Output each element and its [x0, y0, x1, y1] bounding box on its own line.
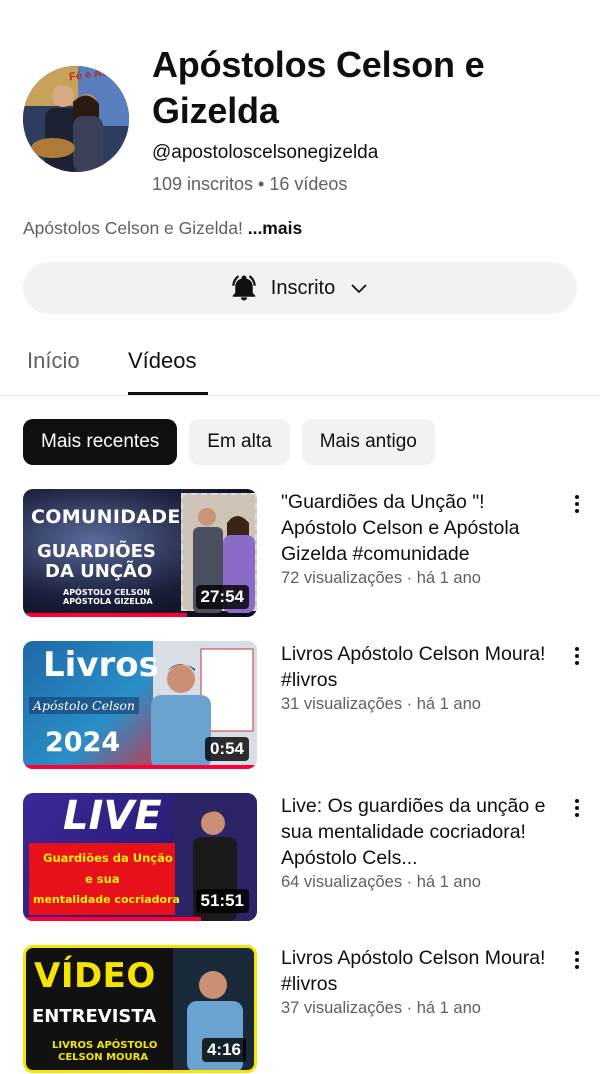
subscribed-button[interactable]: Inscrito — [23, 262, 577, 314]
watch-progress — [23, 917, 201, 921]
thumb-text: APÓSTOLA GIZELDA — [63, 597, 153, 606]
video-item[interactable]: Livros Apóstolo Celson 2024 0:54 Livros … — [23, 641, 600, 771]
chip-mais-recentes[interactable]: Mais recentes — [23, 419, 178, 465]
subscribed-label: Inscrito — [270, 276, 336, 299]
video-meta: 37 visualizações · há 1 ano — [281, 999, 481, 1017]
thumb-text: 2024 — [45, 727, 121, 758]
active-tab-indicator — [128, 392, 208, 395]
video-thumbnail[interactable]: Livros Apóstolo Celson 2024 0:54 — [23, 641, 257, 769]
thumb-text: VÍDEO — [34, 956, 156, 996]
video-duration: 51:51 — [195, 889, 249, 913]
video-thumbnail[interactable]: LIVE Guardiões da Unção e sua mentalidad… — [23, 793, 257, 921]
video-title[interactable]: Livros Apóstolo Celson Moura! #livros — [281, 641, 561, 693]
watch-progress — [23, 613, 187, 617]
thumb-text: COMUNIDADE — [31, 506, 181, 528]
thumb-text: CELSON MOURA — [58, 1052, 149, 1063]
description-more-link[interactable]: ...mais — [248, 218, 302, 238]
chip-mais-antigo[interactable]: Mais antigo — [301, 419, 435, 465]
video-item[interactable]: VÍDEO ENTREVISTA LIVROS APÓSTOLO CELSON … — [23, 945, 600, 1074]
video-duration: 0:54 — [204, 737, 249, 761]
video-meta: 31 visualizações · há 1 ano — [281, 695, 481, 713]
video-duration: 27:54 — [195, 585, 249, 609]
watch-progress — [23, 765, 257, 769]
tab-videos[interactable]: Vídeos — [128, 348, 197, 374]
thumb-text: LIVE — [63, 793, 162, 839]
thumb-text: Apóstolo Celson — [29, 697, 139, 714]
video-meta: 64 visualizações · há 1 ano — [281, 873, 481, 891]
thumb-text: APÓSTOLO CELSON — [63, 588, 150, 597]
channel-tabs: Início Vídeos — [0, 330, 600, 396]
video-item[interactable]: COMUNIDADE GUARDIÕES DA UNÇÃO APÓSTOLO C… — [23, 489, 600, 619]
video-title[interactable]: Live: Os guardiões da unção e sua mental… — [281, 793, 561, 871]
video-title[interactable]: Livros Apóstolo Celson Moura! #livros — [281, 945, 561, 997]
video-meta: 72 visualizações · há 1 ano — [281, 569, 481, 587]
chip-em-alta[interactable]: Em alta — [189, 419, 290, 465]
thumb-text: GUARDIÕES — [37, 541, 156, 562]
channel-description[interactable]: Apóstolos Celson e Gizelda! ...mais — [23, 218, 302, 239]
description-text: Apóstolos Celson e Gizelda! — [23, 218, 248, 238]
thumb-text: ENTREVISTA — [32, 1006, 157, 1027]
more-options-icon[interactable] — [569, 947, 585, 973]
thumb-text: Guardiões da Unção — [43, 851, 173, 865]
thumb-text: LIVROS APÓSTOLO — [52, 1040, 158, 1051]
sort-chips: Mais recentes Em alta Mais antigo — [23, 419, 435, 465]
video-thumbnail[interactable]: VÍDEO ENTREVISTA LIVROS APÓSTOLO CELSON … — [23, 945, 257, 1073]
channel-handle: @apostoloscelsonegizelda — [152, 142, 379, 163]
thumb-text: mentalidade cocriadora — [33, 893, 180, 906]
thumb-text: e sua — [85, 872, 120, 886]
channel-stats: 109 inscritos • 16 vídeos — [152, 174, 348, 194]
video-thumbnail[interactable]: COMUNIDADE GUARDIÕES DA UNÇÃO APÓSTOLO C… — [23, 489, 257, 617]
video-item[interactable]: LIVE Guardiões da Unção e sua mentalidad… — [23, 793, 600, 923]
thumb-text: DA UNÇÃO — [45, 561, 153, 582]
bell-icon — [229, 273, 259, 303]
video-duration: 4:16 — [201, 1038, 246, 1062]
channel-avatar[interactable]: Fé e Ativa — [23, 66, 129, 172]
video-title[interactable]: "Guardiões da Unção "! Apóstolo Celson e… — [281, 489, 561, 567]
channel-name: Apóstolos Celson e Gizelda — [152, 44, 485, 131]
channel-header: Fé e Ativa Apóstolos Celson e Gizelda @a… — [0, 0, 600, 215]
tab-inicio[interactable]: Início — [27, 348, 80, 374]
thumb-text: Livros — [43, 645, 159, 685]
more-options-icon[interactable] — [569, 643, 585, 669]
more-options-icon[interactable] — [569, 795, 585, 821]
chevron-down-icon — [347, 276, 371, 300]
more-options-icon[interactable] — [569, 491, 585, 517]
